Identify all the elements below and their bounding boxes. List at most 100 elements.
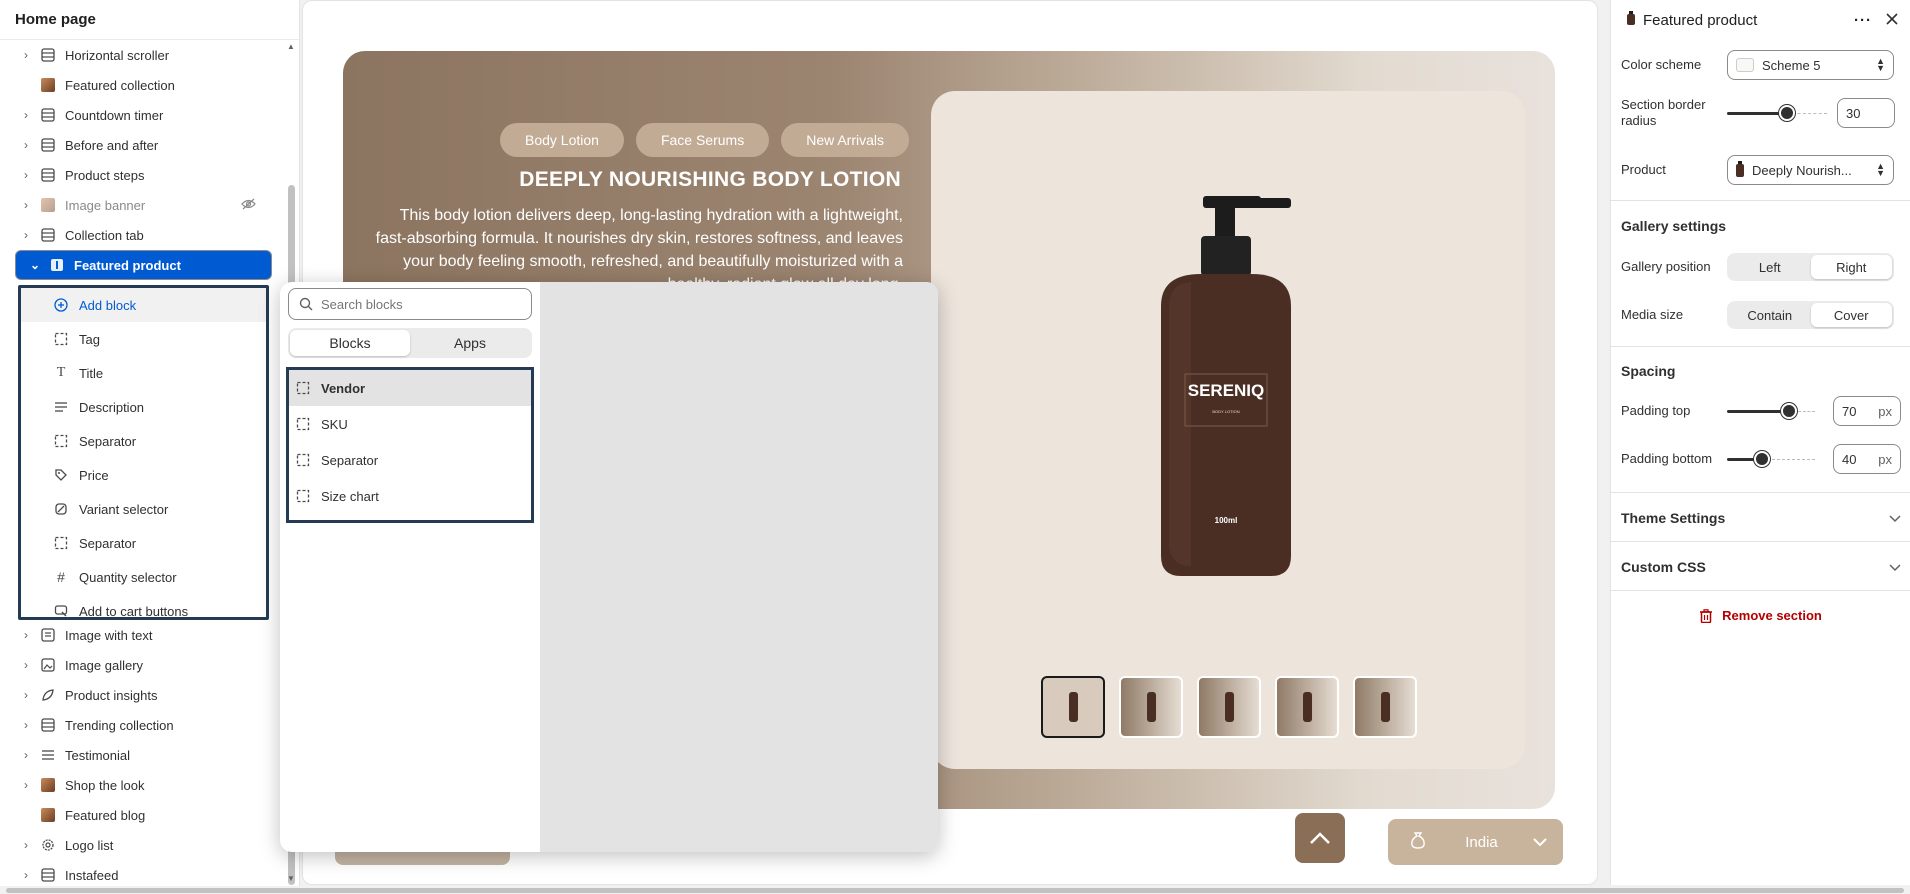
unit-label: px bbox=[1878, 403, 1892, 419]
search-input[interactable] bbox=[321, 296, 521, 312]
remove-section-button[interactable]: Remove section bbox=[1611, 608, 1910, 623]
product-title: DEEPLY NOURISHING BODY LOTION bbox=[519, 168, 901, 191]
picker-item-label: Vendor bbox=[321, 380, 366, 396]
chevron-down-icon bbox=[1889, 510, 1901, 526]
tag-pill[interactable]: Face Serums bbox=[635, 123, 770, 157]
money-bag-icon bbox=[1410, 831, 1430, 853]
scroll-to-top-button[interactable] bbox=[1295, 813, 1345, 863]
chevron-right-icon[interactable]: › bbox=[20, 228, 32, 242]
chevron-right-icon[interactable]: › bbox=[20, 658, 32, 672]
tree-item-instafeed[interactable]: › Instafeed bbox=[0, 860, 286, 885]
block-item-title[interactable]: T Title bbox=[21, 356, 266, 390]
section-icon bbox=[40, 717, 56, 733]
gallery-position-right[interactable]: Right bbox=[1810, 255, 1892, 279]
divider bbox=[1611, 492, 1910, 493]
trash-icon bbox=[1700, 608, 1713, 623]
slider-knob[interactable] bbox=[1781, 403, 1797, 419]
custom-css-collapsible[interactable]: Custom CSS bbox=[1621, 559, 1901, 575]
tree-item-featured-product[interactable]: ⌄ Featured product bbox=[15, 250, 272, 280]
scrollbar-thumb[interactable] bbox=[6, 888, 1904, 893]
tree-item-label: Instafeed bbox=[65, 867, 119, 883]
tree-item-product-insights[interactable]: › Product insights bbox=[0, 680, 286, 710]
divider bbox=[1611, 346, 1910, 347]
plus-circle-icon bbox=[53, 298, 69, 312]
chevron-right-icon[interactable]: › bbox=[20, 838, 32, 852]
gallery-thumbnail[interactable] bbox=[1041, 676, 1105, 738]
leaf-icon bbox=[40, 687, 56, 703]
search-blocks-field[interactable] bbox=[288, 288, 532, 320]
tree-item-featured-collection[interactable]: Featured collection bbox=[0, 70, 286, 100]
padding-top-slider[interactable] bbox=[1727, 401, 1815, 421]
tree-item-trending-collection[interactable]: › Trending collection bbox=[0, 710, 286, 740]
block-item-separator[interactable]: Separator bbox=[21, 424, 266, 458]
picker-item-separator[interactable]: Separator bbox=[289, 442, 531, 478]
tree-item-testimonial[interactable]: › Testimonial bbox=[0, 740, 286, 770]
gallery-position-left[interactable]: Left bbox=[1729, 255, 1811, 279]
tab-apps[interactable]: Apps bbox=[410, 330, 530, 356]
chevron-up-icon bbox=[1310, 832, 1330, 844]
scroll-up-arrow-icon[interactable]: ▲ bbox=[285, 42, 297, 51]
country-selector[interactable]: India bbox=[1388, 819, 1563, 865]
tree-item-image-gallery[interactable]: › Image gallery bbox=[0, 650, 286, 680]
tree-item-image-with-text[interactable]: › Image with text bbox=[0, 620, 286, 650]
picker-item-sku[interactable]: SKU bbox=[289, 406, 531, 442]
close-icon[interactable] bbox=[1886, 12, 1898, 29]
picker-item-vendor[interactable]: Vendor bbox=[289, 370, 531, 406]
tree-item-logo-list[interactable]: › Logo list bbox=[0, 830, 286, 860]
chevron-right-icon[interactable]: › bbox=[20, 198, 32, 212]
tree-item-before-and-after[interactable]: › Before and after bbox=[0, 130, 286, 160]
block-item-price[interactable]: Price bbox=[21, 458, 266, 492]
tag-pill[interactable]: Body Lotion bbox=[500, 123, 624, 157]
field-label: Color scheme bbox=[1621, 57, 1702, 72]
gallery-thumbnail[interactable] bbox=[1197, 676, 1261, 738]
chevron-right-icon[interactable]: › bbox=[20, 748, 32, 762]
chevron-right-icon[interactable]: › bbox=[20, 138, 32, 152]
theme-settings-collapsible[interactable]: Theme Settings bbox=[1621, 510, 1901, 526]
block-item-tag[interactable]: Tag bbox=[21, 322, 266, 356]
page-horizontal-scrollbar[interactable] bbox=[0, 886, 1910, 894]
gallery-thumbnail[interactable] bbox=[1353, 676, 1417, 738]
gallery-thumbnail[interactable] bbox=[1119, 676, 1183, 738]
picker-item-size-chart[interactable]: Size chart bbox=[289, 478, 531, 514]
product-select[interactable]: Deeply Nourish... ▲ ▼ bbox=[1727, 155, 1894, 185]
tree-item-collection-tab[interactable]: › Collection tab bbox=[0, 220, 286, 250]
tree-item-shop-the-look[interactable]: › Shop the look bbox=[0, 770, 286, 800]
tree-item-horizontal-scroller[interactable]: › Horizontal scroller bbox=[0, 40, 286, 70]
eye-hidden-icon[interactable] bbox=[241, 198, 256, 213]
add-block-button[interactable]: Add block bbox=[21, 288, 266, 322]
tree-item-product-steps[interactable]: › Product steps bbox=[0, 160, 286, 190]
block-item-variant-selector[interactable]: Variant selector bbox=[21, 492, 266, 526]
chevron-right-icon[interactable]: › bbox=[20, 168, 32, 182]
tree-item-image-banner[interactable]: › Image banner bbox=[0, 190, 286, 220]
tree-item-featured-blog[interactable]: Featured blog bbox=[0, 800, 286, 830]
tab-blocks[interactable]: Blocks bbox=[290, 330, 410, 356]
scroll-down-arrow-icon[interactable]: ▼ bbox=[285, 874, 297, 883]
more-options-icon[interactable]: ··· bbox=[1854, 12, 1872, 29]
block-item-separator[interactable]: Separator bbox=[21, 526, 266, 560]
padding-top-input[interactable]: 70 px bbox=[1833, 396, 1901, 426]
chevron-right-icon[interactable]: › bbox=[20, 778, 32, 792]
slider-knob[interactable] bbox=[1779, 105, 1795, 121]
slider-knob[interactable] bbox=[1754, 451, 1770, 467]
chevron-right-icon[interactable]: › bbox=[20, 718, 32, 732]
media-size-contain[interactable]: Contain bbox=[1729, 303, 1811, 327]
chevron-right-icon[interactable]: › bbox=[20, 688, 32, 702]
padding-bottom-input[interactable]: 40 px bbox=[1833, 444, 1901, 474]
color-scheme-select[interactable]: Scheme 5 ▲ ▼ bbox=[1727, 50, 1894, 80]
chevron-right-icon[interactable]: › bbox=[20, 108, 32, 122]
chevron-right-icon[interactable]: › bbox=[20, 628, 32, 642]
tag-pill[interactable]: New Arrivals bbox=[781, 123, 909, 157]
padding-bottom-slider[interactable] bbox=[1727, 449, 1815, 469]
media-size-cover[interactable]: Cover bbox=[1810, 303, 1892, 327]
chevron-right-icon[interactable]: › bbox=[20, 868, 32, 882]
section-tree: › Horizontal scroller Featured collectio… bbox=[0, 40, 286, 885]
chevron-right-icon[interactable]: › bbox=[20, 48, 32, 62]
border-radius-slider[interactable] bbox=[1727, 103, 1827, 123]
block-item-quantity-selector[interactable]: # Quantity selector bbox=[21, 560, 266, 594]
border-radius-input[interactable]: 30 bbox=[1837, 98, 1895, 128]
gallery-thumbnail[interactable] bbox=[1275, 676, 1339, 738]
gallery-icon bbox=[40, 657, 56, 673]
chevron-down-icon[interactable]: ⌄ bbox=[29, 258, 41, 272]
block-item-description[interactable]: Description bbox=[21, 390, 266, 424]
tree-item-countdown-timer[interactable]: › Countdown timer bbox=[0, 100, 286, 130]
